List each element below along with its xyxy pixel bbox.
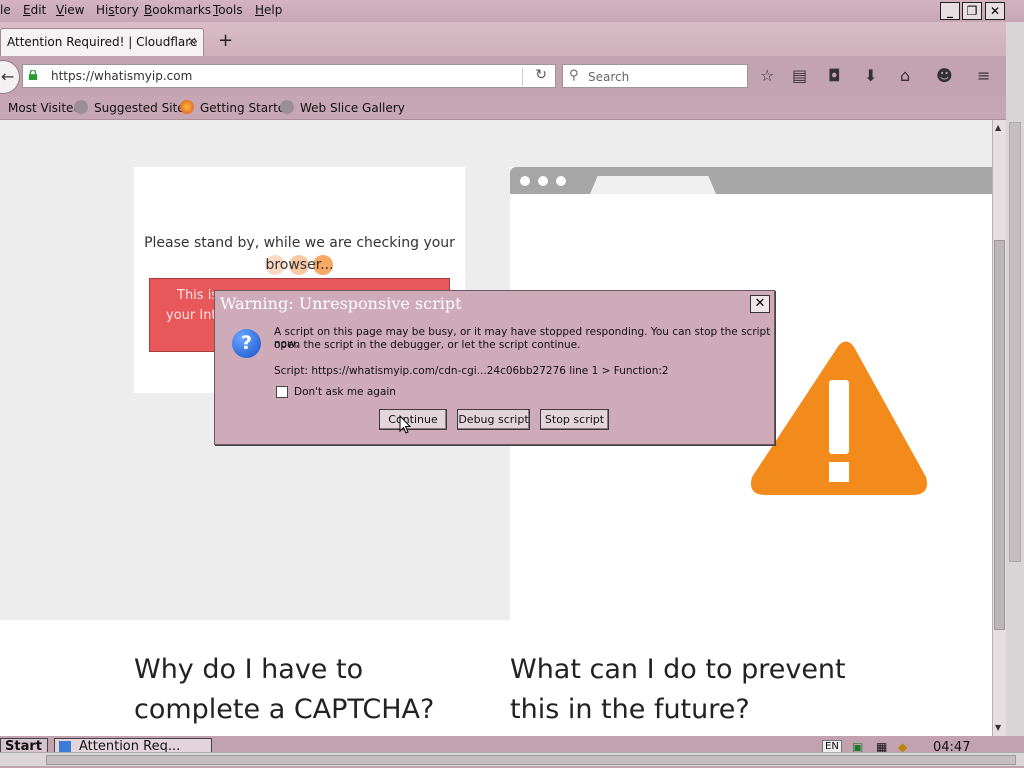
standby-text-line1: Please stand by, while we are checking y… xyxy=(144,235,455,251)
globe-icon xyxy=(280,100,294,114)
vertical-scrollbar[interactable]: ▲ ▼ xyxy=(992,120,1006,736)
reading-list-icon[interactable]: ▤ xyxy=(792,66,807,85)
faq-heading-line: What can I do to prevent xyxy=(510,654,846,685)
illustration-dot xyxy=(520,176,530,186)
bookmark-suggested-sites[interactable]: Suggested Sites xyxy=(94,101,191,115)
home-icon[interactable]: ⌂ xyxy=(900,66,910,85)
horizontal-scrollbar[interactable] xyxy=(0,752,1024,766)
back-arrow-icon: ← xyxy=(1,67,15,86)
scroll-down-icon[interactable]: ▼ xyxy=(995,723,1001,732)
pocket-icon[interactable]: ◘ xyxy=(828,66,841,85)
outer-scroll-thumb[interactable] xyxy=(1009,122,1021,562)
new-tab-button[interactable]: + xyxy=(218,30,233,51)
menu-accelerator: E xyxy=(23,3,31,17)
url-text[interactable]: https://whatismyip.com xyxy=(51,69,192,83)
search-icon: ⚲ xyxy=(569,68,579,83)
dialog-title: Warning: Unresponsive script xyxy=(220,294,462,313)
menu-view[interactable]: View xyxy=(56,3,84,17)
lock-icon xyxy=(28,70,38,80)
globe-icon xyxy=(74,100,88,114)
menu-help[interactable]: Help xyxy=(255,3,282,17)
dont-ask-label[interactable]: Don't ask me again xyxy=(294,386,396,398)
downloads-icon[interactable]: ⬇ xyxy=(864,66,877,85)
minimize-button[interactable]: _ xyxy=(940,2,960,20)
menu-accelerator: s xyxy=(108,3,115,17)
restore-button[interactable]: ❐ xyxy=(962,2,982,20)
dialog-script-path: Script: https://whatismyip.com/cdn-cgi..… xyxy=(274,365,669,377)
question-icon: ? xyxy=(232,329,261,358)
menu-accelerator: V xyxy=(56,3,64,17)
scroll-thumb[interactable] xyxy=(994,240,1005,630)
tab-attention-required[interactable]: Attention Required! | Cloudflare × xyxy=(0,28,204,56)
menu-accelerator: T xyxy=(213,3,219,17)
tab-close-icon[interactable]: × xyxy=(187,34,197,48)
reload-icon[interactable]: ↻ xyxy=(535,67,547,83)
menu-bar: le Edit View History Bookmarks Tools Hel… xyxy=(0,0,1024,22)
illustration-tab xyxy=(590,176,716,194)
faq-heading-prevent: What can I do to prevent this in the fut… xyxy=(510,650,846,730)
faq-heading-line: complete a CAPTCHA? xyxy=(134,694,435,725)
hello-icon[interactable]: ☻ xyxy=(936,66,953,85)
bookmark-most-visited[interactable]: Most Visited xyxy=(8,101,81,115)
unresponsive-script-dialog: Warning: Unresponsive script ✕ ? A scrip… xyxy=(214,290,775,445)
search-box[interactable]: ⚲ Search xyxy=(562,64,748,88)
continue-button[interactable]: Continue xyxy=(379,409,447,430)
close-window-button[interactable]: ✕ xyxy=(985,2,1005,20)
warning-triangle-icon xyxy=(750,341,928,495)
horizontal-scroll-thumb[interactable] xyxy=(46,755,1016,765)
menu-accelerator: H xyxy=(255,3,265,17)
stop-script-button[interactable]: Stop script xyxy=(540,409,609,430)
search-placeholder: Search xyxy=(588,70,630,84)
faq-heading-line: this in the future? xyxy=(510,694,750,725)
menu-file[interactable]: le xyxy=(0,3,11,17)
menu-history[interactable]: History xyxy=(96,3,139,17)
bookmark-getting-started[interactable]: Getting Started xyxy=(200,101,293,115)
url-bar[interactable]: https://whatismyip.com ↻ xyxy=(22,64,556,88)
menu-tools[interactable]: Tools xyxy=(213,3,243,17)
faq-heading-line: Why do I have to xyxy=(134,654,364,685)
url-separator xyxy=(522,68,523,86)
tab-strip: Attention Required! | Cloudflare × + xyxy=(0,22,1024,56)
scroll-up-icon[interactable]: ▲ xyxy=(995,123,1001,132)
illustration-dot xyxy=(556,176,566,186)
illustration-chrome xyxy=(510,167,992,194)
dialog-message-line2: open the script in the debugger, or let … xyxy=(274,339,581,351)
debug-script-button[interactable]: Debug script xyxy=(457,409,530,430)
dialog-close-button[interactable]: ✕ xyxy=(750,295,770,313)
faq-heading-captcha: Why do I have to complete a CAPTCHA? xyxy=(134,650,434,730)
standby-text-line2: browser... xyxy=(265,257,334,273)
bookmark-star-icon[interactable]: ☆ xyxy=(760,66,774,85)
menu-bookmarks[interactable]: Bookmarks xyxy=(144,3,211,17)
back-button[interactable]: ← xyxy=(0,60,20,94)
menu-edit[interactable]: Edit xyxy=(23,3,46,17)
firefox-icon xyxy=(180,100,194,114)
bookmark-web-slice-gallery[interactable]: Web Slice Gallery xyxy=(300,101,405,115)
nav-bar: ← https://whatismyip.com ↻ ⚲ Search ☆ ▤ … xyxy=(0,56,1024,96)
illustration-dot xyxy=(538,176,548,186)
error-text-line1: This is xyxy=(177,288,219,303)
menu-hamburger-icon[interactable]: ≡ xyxy=(977,66,990,85)
bookmarks-bar: Most Visited Suggested Sites Getting Sta… xyxy=(0,96,1024,120)
dont-ask-checkbox[interactable] xyxy=(276,386,288,398)
outer-scrollbar[interactable] xyxy=(1006,22,1024,738)
tab-title: Attention Required! | Cloudflare xyxy=(7,35,198,49)
menu-accelerator: B xyxy=(144,3,153,17)
mouse-cursor-icon xyxy=(399,415,411,434)
